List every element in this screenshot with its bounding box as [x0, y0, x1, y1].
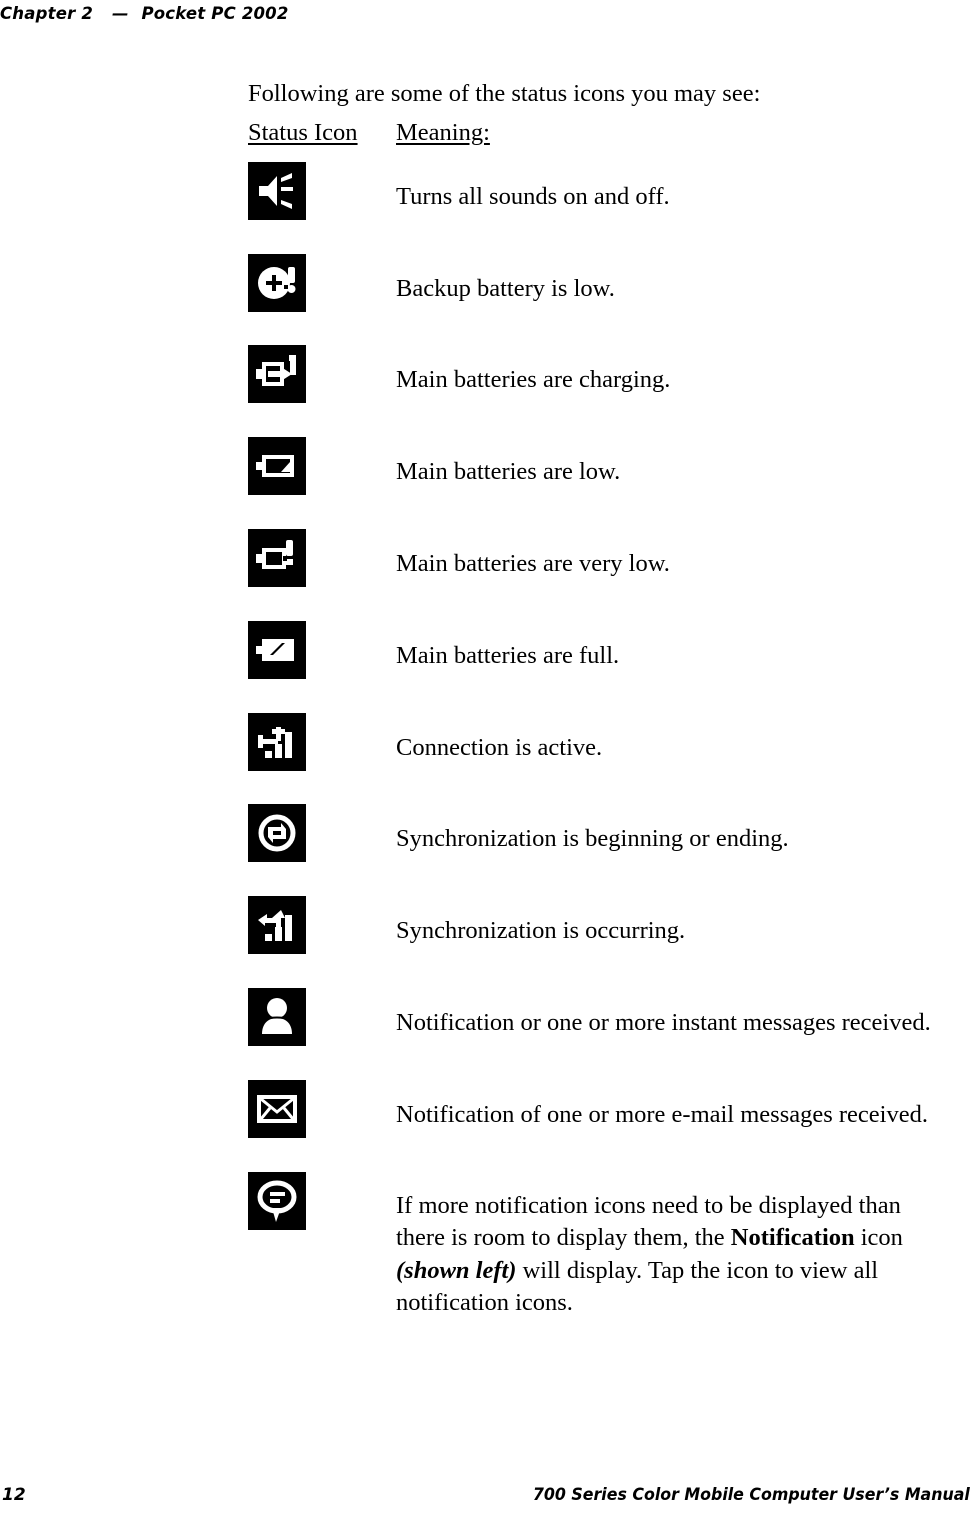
- meaning-text: Turns all sounds on and off.: [396, 182, 670, 210]
- icon-cell: [248, 253, 396, 312]
- icon-cell: [248, 161, 396, 220]
- notification-text-part2: icon: [854, 1224, 903, 1252]
- table-row: If more notification icons need to be di…: [248, 1171, 948, 1320]
- icon-cell: [248, 987, 396, 1046]
- meaning-text: Notification of one or more e-mail messa…: [396, 1100, 928, 1128]
- icon-cell: [248, 712, 396, 771]
- table-row: Main batteries are charging.: [248, 345, 948, 437]
- header-dash: —: [112, 4, 129, 23]
- meaning-text-notification: If more notification icons need to be di…: [396, 1172, 948, 1320]
- page-content: Following are some of the status icons y…: [248, 78, 948, 1320]
- email-message-icon: [248, 1079, 306, 1138]
- notification-balloon-icon: [248, 1171, 306, 1230]
- connection-active-icon: [248, 712, 306, 771]
- meaning-text: Main batteries are full.: [396, 641, 620, 669]
- table-row: Connection is active.: [248, 712, 948, 805]
- page-number: 12: [2, 1485, 26, 1505]
- table-row: Turns all sounds on and off.: [248, 161, 948, 254]
- column-header-status-icon: Status Icon: [248, 119, 358, 147]
- sync-occurring-icon: [248, 896, 306, 955]
- icon-cell: [248, 1079, 396, 1138]
- table-row: Backup battery is low.: [248, 253, 948, 346]
- meaning-text: Synchronization is beginning or ending.: [396, 825, 789, 853]
- battery-full-icon: [248, 620, 306, 679]
- status-icon-table: Turns all sounds on and off. Backup batt…: [248, 161, 948, 1320]
- table-row: Main batteries are low.: [248, 437, 948, 529]
- notification-bold-label: Notification: [730, 1224, 855, 1252]
- notification-shown-left-label: (shown left): [396, 1256, 517, 1284]
- instant-message-icon: [248, 987, 306, 1046]
- table-column-headers: Status Icon Meaning:: [248, 118, 948, 147]
- icon-cell: [248, 345, 396, 404]
- table-row: Synchronization is occurring.: [248, 896, 948, 988]
- manual-title: 700 Series Color Mobile Computer User’s …: [533, 1485, 970, 1505]
- running-header: Chapter 2 — Pocket PC 2002: [0, 4, 972, 34]
- page-footer: 12 700 Series Color Mobile Computer User…: [0, 1477, 972, 1505]
- battery-very-low-icon: [248, 528, 306, 587]
- header-title: Pocket PC 2002: [141, 4, 289, 23]
- meaning-text: Backup battery is low.: [396, 274, 615, 302]
- icon-cell: [248, 620, 396, 679]
- battery-charging-icon: [248, 345, 306, 404]
- backup-battery-low-icon: [248, 253, 306, 312]
- table-row: Main batteries are very low.: [248, 528, 948, 621]
- icon-cell: [248, 804, 396, 863]
- meaning-text: Main batteries are charging.: [396, 366, 671, 394]
- icon-cell: [248, 528, 396, 587]
- table-row: Notification or one or more instant mess…: [248, 987, 948, 1080]
- meaning-text: Notification or one or more instant mess…: [396, 1008, 931, 1036]
- table-row: Notification of one or more e-mail messa…: [248, 1079, 948, 1172]
- meaning-text: Synchronization is occurring.: [396, 917, 686, 945]
- icon-cell: [248, 1171, 396, 1230]
- meaning-text: Main batteries are very low.: [396, 549, 670, 577]
- header-chapter-label: Chapter 2: [0, 4, 94, 23]
- meaning-text: Connection is active.: [396, 733, 603, 761]
- table-row: Main batteries are full.: [248, 620, 948, 713]
- icon-cell: [248, 437, 396, 496]
- intro-paragraph: Following are some of the status icons y…: [248, 80, 761, 107]
- column-header-meaning: Meaning:: [396, 119, 490, 147]
- table-row: Synchronization is beginning or ending.: [248, 804, 948, 896]
- sync-start-end-icon: [248, 804, 306, 863]
- battery-low-icon: [248, 437, 306, 496]
- speaker-sound-icon: [248, 161, 306, 220]
- icon-cell: [248, 896, 396, 955]
- meaning-text: Main batteries are low.: [396, 458, 621, 486]
